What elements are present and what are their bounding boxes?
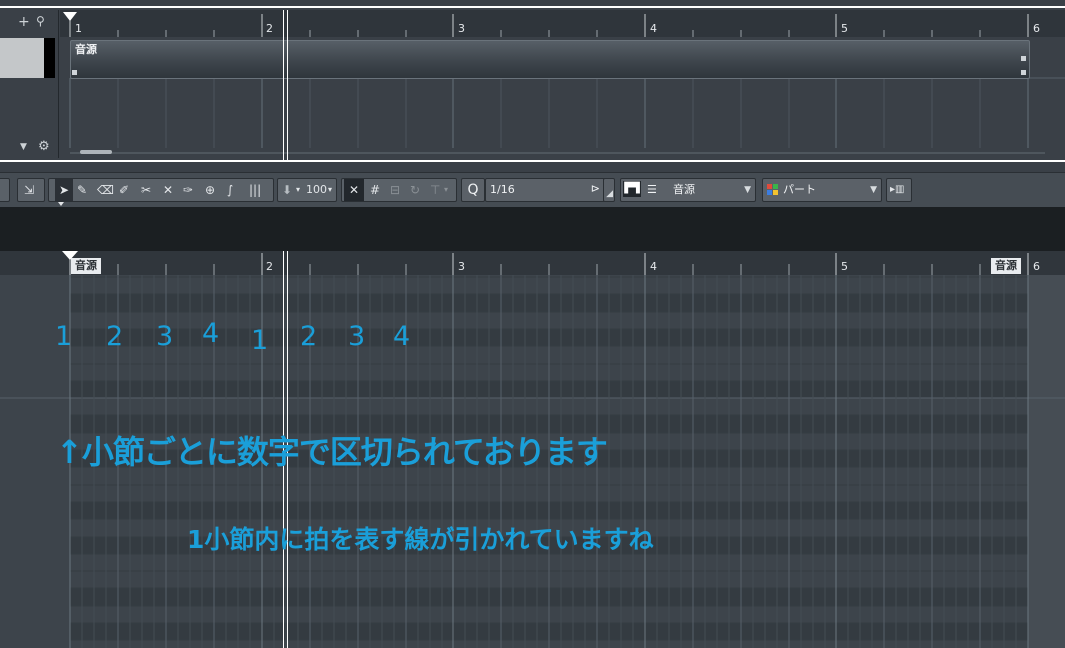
- quantize-select[interactable]: 1/16 ⊳: [485, 178, 605, 202]
- part-label: 音源: [75, 43, 97, 56]
- piano-keyboard-button[interactable]: ▸▥: [886, 178, 912, 202]
- color-mode-select[interactable]: パート ▼: [762, 178, 882, 202]
- part-handle-top-right[interactable]: [1021, 56, 1026, 61]
- beat-annotation-1: 1: [55, 321, 73, 352]
- annotation-main: ↑小節ごとに数字で区切られております: [56, 433, 608, 471]
- line-tool-icon[interactable]: ∫: [227, 179, 233, 201]
- beat-annotation-6: 2: [300, 321, 318, 352]
- key-row-black: [70, 380, 1028, 399]
- key-row-black: [70, 588, 1028, 606]
- loop-icon[interactable]: ↻: [410, 179, 420, 201]
- tool-buttons: ➤ ✎ ⌫ ✐ ✂ ✕ ✑ ⊕ ∫ |||: [48, 178, 274, 202]
- beat-annotation-3: 3: [156, 321, 174, 352]
- h-scrollbar-track[interactable]: [70, 152, 1045, 154]
- instrument-select[interactable]: ▛▜ ☰ 音源 ▼: [620, 178, 756, 202]
- quantize-play-icon: ⊳: [590, 182, 600, 195]
- key-editor-ruler[interactable]: [0, 251, 1065, 275]
- beat-annotation-4: 4: [202, 318, 220, 349]
- arrange-grid: [69, 14, 1065, 148]
- velocity-caret-icon: ▾: [296, 185, 301, 194]
- beat-annotation-2: 2: [106, 321, 124, 352]
- beat-annotation-5: 1: [251, 325, 269, 356]
- color-mode-value: パート: [783, 183, 816, 196]
- quantize-label-button[interactable]: Q: [461, 178, 485, 202]
- ruler-bar-3: 3: [458, 22, 465, 35]
- tool-caret-icon: [58, 202, 64, 206]
- object-selection-icon[interactable]: ➤: [55, 179, 73, 201]
- erase-tool-icon[interactable]: ⌫: [97, 179, 114, 201]
- info-line-area: [0, 207, 1065, 251]
- part-start-tag[interactable]: 音源: [71, 258, 101, 274]
- instrument-value: 音源: [673, 183, 695, 196]
- annotation-sub: 1小節内に拍を表す線が引かれていますね: [187, 525, 654, 554]
- drumstick-tool-icon[interactable]: |||: [249, 179, 261, 201]
- edit-active-part-icon[interactable]: ▛▜: [623, 181, 641, 197]
- quantize-options[interactable]: ◢: [603, 178, 615, 202]
- snap-toggle-icon[interactable]: ✕: [344, 179, 364, 201]
- key-row-black: [70, 501, 1028, 520]
- split-tool-icon[interactable]: ✂: [141, 179, 151, 201]
- colors-icon: [767, 184, 772, 189]
- velocity-field[interactable]: ⬇ ▾ 100 ▾: [277, 178, 337, 202]
- velocity-spin-icon: ▾: [328, 185, 333, 194]
- toolbar-left-edge[interactable]: [0, 178, 10, 202]
- snap-caret-icon: ▾: [444, 185, 449, 194]
- colors-icon-b: [773, 184, 778, 189]
- beat-annotation-7: 3: [348, 321, 366, 352]
- piano-keyboard-icon: ▸▥: [890, 184, 905, 195]
- colors-icon-c: [767, 190, 772, 195]
- ke-ruler-bar-6: 6: [1033, 260, 1040, 273]
- auto-scroll-button[interactable]: ⇲: [17, 178, 45, 202]
- part-handle-right[interactable]: [1021, 70, 1026, 75]
- divider-gap: [0, 162, 1065, 172]
- zoom-tool-icon[interactable]: ⊕: [205, 179, 215, 201]
- ke-ruler-bar-4: 4: [650, 260, 657, 273]
- ruler-bar-4: 4: [650, 22, 657, 35]
- ke-ruler-bar-3: 3: [458, 260, 465, 273]
- draw-tool-icon[interactable]: ✎: [77, 179, 87, 201]
- ruler-bar-6: 6: [1033, 22, 1040, 35]
- h-scrollbar-thumb[interactable]: [80, 150, 112, 154]
- ke-ruler-bar-5: 5: [841, 260, 848, 273]
- midi-part[interactable]: [70, 40, 1030, 79]
- glue-tool-icon[interactable]: ✑: [183, 179, 193, 201]
- instrument-caret-icon: ▼: [744, 185, 751, 195]
- ke-ruler-bar-2: 2: [266, 260, 273, 273]
- ruler-bar-1: 1: [75, 22, 82, 35]
- snap-group: ✕ # ⊟ ↻ ⊤ ▾: [341, 178, 457, 202]
- beat-annotation-8: 4: [393, 321, 411, 352]
- key-row-black: [70, 623, 1028, 641]
- mute-tool-icon[interactable]: ✕: [163, 179, 173, 201]
- velocity-value: 100: [306, 183, 327, 196]
- insert-icon[interactable]: ⊤: [430, 179, 440, 201]
- project-cursor-top-b[interactable]: [287, 10, 288, 160]
- parts-stack-icon: ☰: [647, 183, 657, 196]
- quantize-value: 1/16: [490, 183, 515, 196]
- velocity-icon: ⬇: [282, 183, 293, 197]
- auto-scroll-icon: ⇲: [24, 183, 35, 197]
- ruler-bar-2: 2: [266, 22, 273, 35]
- color-mode-caret-icon: ▼: [870, 185, 877, 195]
- quantize-options-icon: ◢: [606, 189, 613, 199]
- colors-icon-d: [773, 190, 778, 195]
- part-handle-left[interactable]: [72, 70, 77, 75]
- key-editor-toolbar: ⇲ ➤ ✎ ⌫ ✐ ✂ ✕ ✑ ⊕ ∫ ||| ⬇ ▾ 100 ▾ ✕ # ⊟ …: [0, 172, 1065, 207]
- project-cursor-top-a[interactable]: [283, 10, 284, 160]
- ruler-bar-5: 5: [841, 22, 848, 35]
- trim-tool-icon[interactable]: ✐: [119, 179, 129, 201]
- part-end-tag[interactable]: 音源: [991, 258, 1021, 274]
- grid-icon[interactable]: #: [370, 179, 380, 201]
- left-locator-icon[interactable]: [63, 12, 77, 21]
- quantize-lengths-icon[interactable]: ⊟: [390, 179, 400, 201]
- key-row-black: [70, 294, 1028, 312]
